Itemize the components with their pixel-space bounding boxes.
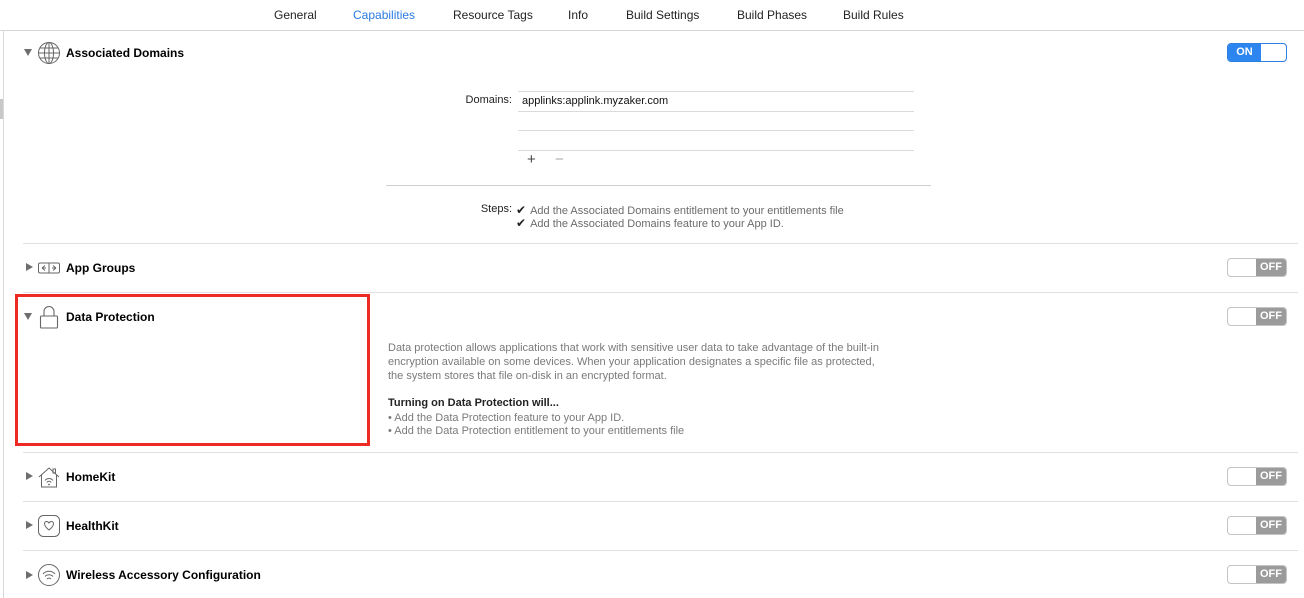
editor-tab-bar: General Capabilities Resource Tags Info …	[0, 0, 1304, 31]
domains-list-top-border	[518, 91, 914, 92]
domains-row-divider	[518, 130, 914, 131]
data-protection-description-line: encryption available on some devices. Wh…	[388, 356, 875, 368]
healthkit-toggle[interactable]: OFF	[1227, 516, 1287, 535]
steps-divider	[386, 185, 931, 186]
step-item: ✔ Add the Associated Domains feature to y…	[516, 216, 784, 230]
data-protection-bullet: • Add the Data Protection entitlement to…	[388, 425, 685, 437]
domain-entry[interactable]: applinks:applink.myzaker.com	[522, 95, 668, 107]
toggle-state-label: OFF	[1256, 259, 1286, 276]
wireless-accessory-toggle[interactable]: OFF	[1227, 565, 1287, 584]
section-divider	[23, 292, 1298, 293]
disclosure-triangle-closed[interactable]	[26, 521, 33, 529]
add-domain-button[interactable]: +	[527, 151, 536, 168]
step-item: ✔ Add the Associated Domains entitlement …	[516, 203, 844, 217]
domains-list-bottom-border	[518, 150, 914, 151]
globe-icon	[37, 41, 61, 65]
tab-build-settings[interactable]: Build Settings	[626, 8, 699, 22]
capability-title: HealthKit	[66, 519, 119, 533]
left-pane-scroll-mark	[0, 99, 3, 119]
checkmark-icon: ✔	[516, 203, 527, 217]
toggle-state-label: OFF	[1256, 468, 1286, 485]
section-divider	[23, 550, 1298, 551]
disclosure-triangle-closed[interactable]	[26, 263, 33, 271]
wifi-icon	[37, 563, 61, 587]
data-protection-description-line: the system stores that file on-disk in a…	[388, 370, 667, 382]
capability-title: Associated Domains	[66, 46, 185, 60]
steps-label: Steps:	[480, 203, 512, 215]
heart-icon	[37, 514, 61, 538]
section-divider	[23, 501, 1298, 502]
associated-domains-toggle[interactable]: ON	[1227, 43, 1287, 62]
section-divider	[23, 243, 1298, 244]
capability-title: App Groups	[66, 261, 136, 275]
disclosure-triangle-closed[interactable]	[26, 472, 33, 480]
disclosure-triangle-open[interactable]	[24, 49, 32, 56]
tab-build-phases[interactable]: Build Phases	[737, 8, 807, 22]
toggle-state-label: OFF	[1256, 517, 1286, 534]
app-groups-icon	[37, 256, 61, 280]
section-divider	[23, 452, 1298, 453]
toggle-state-label: OFF	[1256, 308, 1286, 325]
capability-title: HomeKit	[66, 470, 116, 484]
homekit-toggle[interactable]: OFF	[1227, 467, 1287, 486]
data-protection-description-line: Data protection allows applications that…	[388, 342, 879, 354]
toggle-state-label: ON	[1228, 44, 1261, 61]
data-protection-turning-on-heading: Turning on Data Protection will...	[388, 397, 559, 409]
capability-title: Wireless Accessory Configuration	[66, 568, 261, 582]
app-groups-toggle[interactable]: OFF	[1227, 258, 1287, 277]
highlight-annotation-box	[15, 294, 370, 446]
data-protection-bullet: • Add the Data Protection feature to you…	[388, 412, 625, 424]
remove-domain-button[interactable]: −	[555, 151, 564, 168]
disclosure-triangle-closed[interactable]	[26, 571, 33, 579]
toggle-state-label: OFF	[1256, 566, 1286, 583]
data-protection-toggle[interactable]: OFF	[1227, 307, 1287, 326]
checkmark-icon: ✔	[516, 216, 527, 230]
domains-row-divider	[518, 111, 914, 112]
tab-resource-tags[interactable]: Resource Tags	[453, 8, 533, 22]
house-icon	[37, 465, 61, 489]
tab-capabilities[interactable]: Capabilities	[353, 8, 415, 22]
tab-general[interactable]: General	[274, 8, 317, 22]
domains-label: Domains:	[465, 94, 512, 106]
tab-build-rules[interactable]: Build Rules	[843, 8, 904, 22]
tab-info[interactable]: Info	[568, 8, 588, 22]
